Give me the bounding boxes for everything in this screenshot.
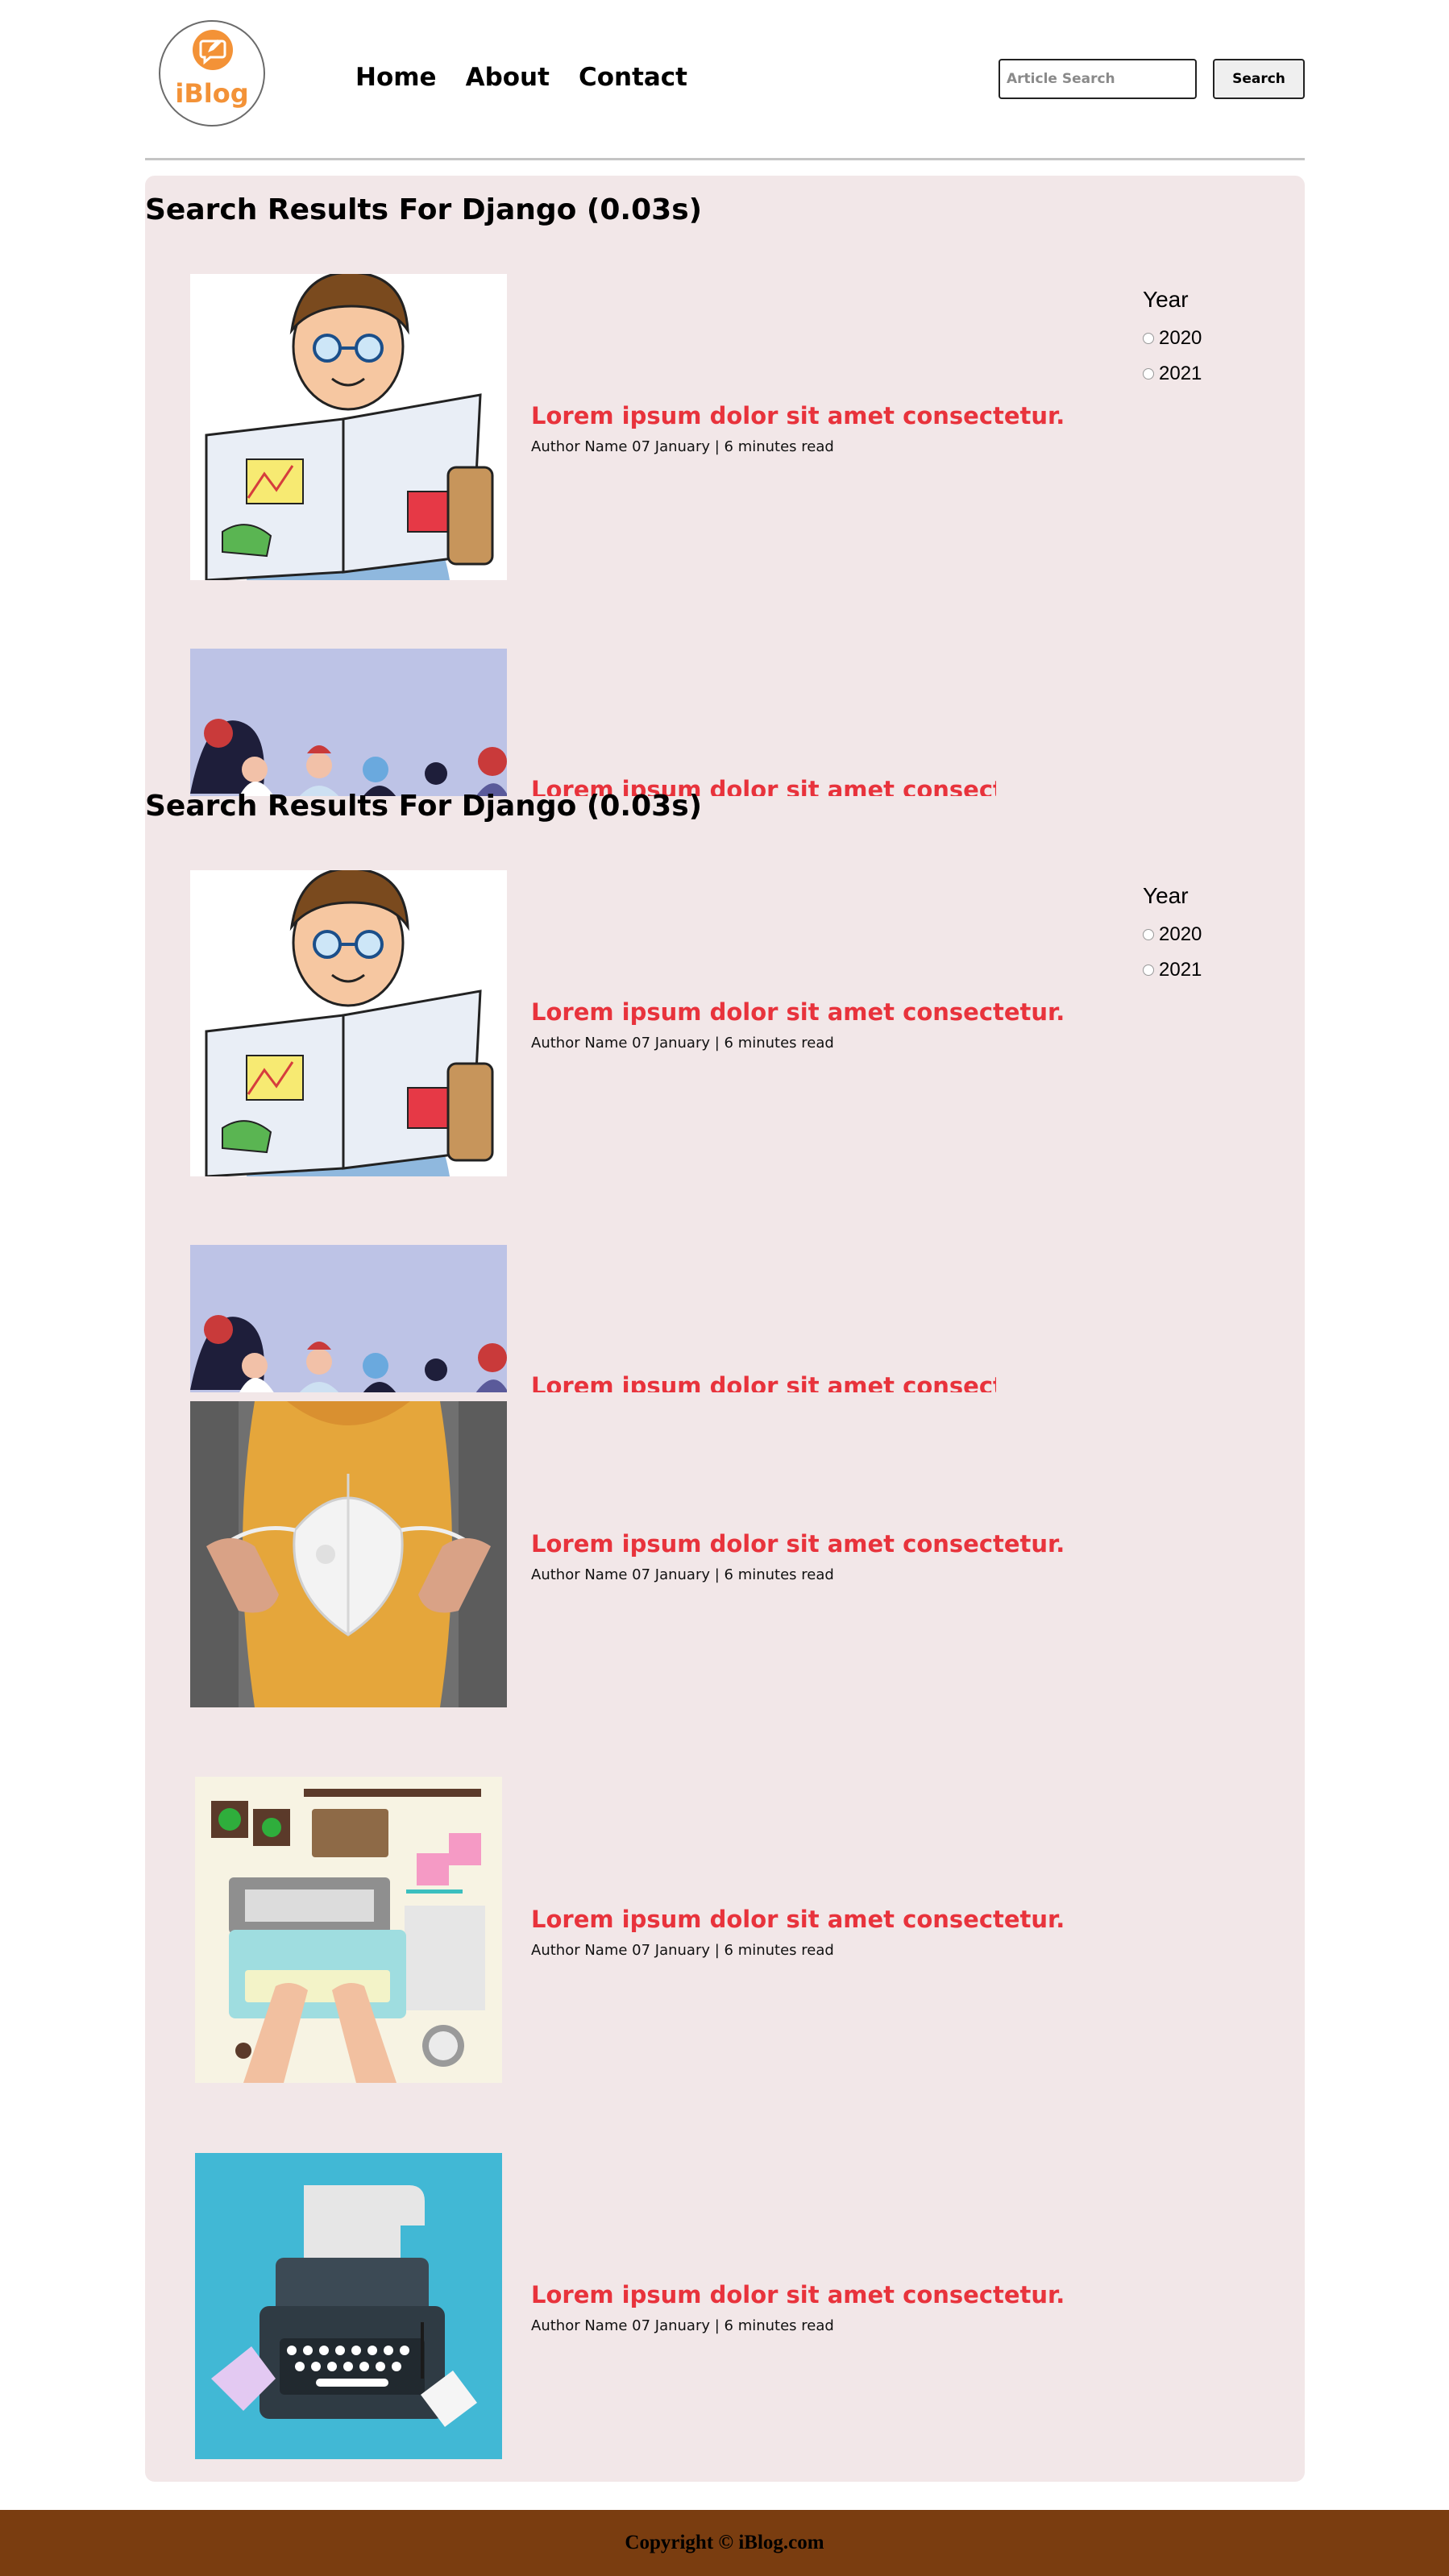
year-filter: Year 2020 2021 bbox=[1143, 287, 1202, 392]
year-filter-title: Year bbox=[1143, 287, 1189, 312]
header-divider bbox=[145, 158, 1305, 160]
article-search-input[interactable] bbox=[999, 59, 1197, 99]
post-image-typewriter-desk[interactable] bbox=[195, 1777, 502, 2083]
results-title-repeat: Search Results For Django (0.03s) bbox=[145, 790, 703, 823]
post-title[interactable]: Lorem ipsum dolor sit amet consectetur. bbox=[531, 402, 1065, 429]
post-image-crowd[interactable] bbox=[190, 649, 507, 796]
post-image-newspaper[interactable] bbox=[190, 870, 507, 1176]
post-image-newspaper[interactable] bbox=[190, 274, 507, 580]
year-radio-2021[interactable] bbox=[1143, 964, 1154, 976]
site-logo[interactable]: iBlog bbox=[159, 20, 265, 127]
year-filter-repeat: Year 2020 2021 bbox=[1143, 883, 1202, 988]
post-title[interactable]: Lorem ipsum dolor sit amet consectetur. bbox=[531, 1372, 996, 1392]
post-meta: Author Name 07 January | 6 minutes read bbox=[531, 438, 834, 455]
results-title: Search Results For Django (0.03s) bbox=[145, 193, 703, 226]
main-nav: Home About Contact bbox=[355, 63, 687, 92]
year-option-label: 2021 bbox=[1159, 363, 1202, 384]
year-option-label: 2020 bbox=[1159, 923, 1202, 945]
post-title[interactable]: Lorem ipsum dolor sit amet consectetur. bbox=[531, 1530, 1065, 1558]
post-image-mask[interactable] bbox=[190, 1401, 507, 1707]
year-option-2020[interactable]: 2020 bbox=[1143, 917, 1202, 952]
search-button[interactable]: Search bbox=[1213, 59, 1305, 99]
post-meta: Author Name 07 January | 6 minutes read bbox=[531, 1035, 834, 1052]
footer-copyright: Copyright © iBlog.com bbox=[625, 2532, 824, 2553]
post-clipped-preview: Lorem ipsum dolor sit amet consectetur. bbox=[190, 649, 996, 796]
nav-contact-link[interactable]: Contact bbox=[579, 63, 687, 92]
post-image-crowd[interactable] bbox=[190, 1245, 507, 1392]
year-option-2020[interactable]: 2020 bbox=[1143, 321, 1202, 356]
post-image-typewriter-blue[interactable] bbox=[195, 2153, 502, 2459]
year-option-2021[interactable]: 2021 bbox=[1143, 356, 1202, 392]
year-option-label: 2021 bbox=[1159, 959, 1202, 981]
post-meta: Author Name 07 January | 6 minutes read bbox=[531, 1566, 834, 1583]
year-option-2021[interactable]: 2021 bbox=[1143, 952, 1202, 988]
logo-text: iBlog bbox=[175, 78, 249, 109]
year-radio-2020[interactable] bbox=[1143, 333, 1154, 344]
year-radio-2020[interactable] bbox=[1143, 929, 1154, 940]
year-filter-title: Year bbox=[1143, 883, 1189, 908]
post-title[interactable]: Lorem ipsum dolor sit amet consectetur. bbox=[531, 998, 1065, 1026]
post-meta: Author Name 07 January | 6 minutes read bbox=[531, 1942, 834, 1959]
post-clipped-preview: Lorem ipsum dolor sit amet consectetur. bbox=[190, 1245, 996, 1392]
chat-bubble-icon bbox=[193, 30, 233, 70]
year-radio-2021[interactable] bbox=[1143, 368, 1154, 380]
nav-home-link[interactable]: Home bbox=[355, 63, 437, 92]
post-meta: Author Name 07 January | 6 minutes read bbox=[531, 2317, 834, 2334]
site-footer: Copyright © iBlog.com bbox=[0, 2510, 1449, 2576]
post-title[interactable]: Lorem ipsum dolor sit amet consectetur. bbox=[531, 2281, 1065, 2308]
year-option-label: 2020 bbox=[1159, 327, 1202, 349]
post-title[interactable]: Lorem ipsum dolor sit amet consectetur. bbox=[531, 1906, 1065, 1933]
nav-about-link[interactable]: About bbox=[466, 63, 550, 92]
